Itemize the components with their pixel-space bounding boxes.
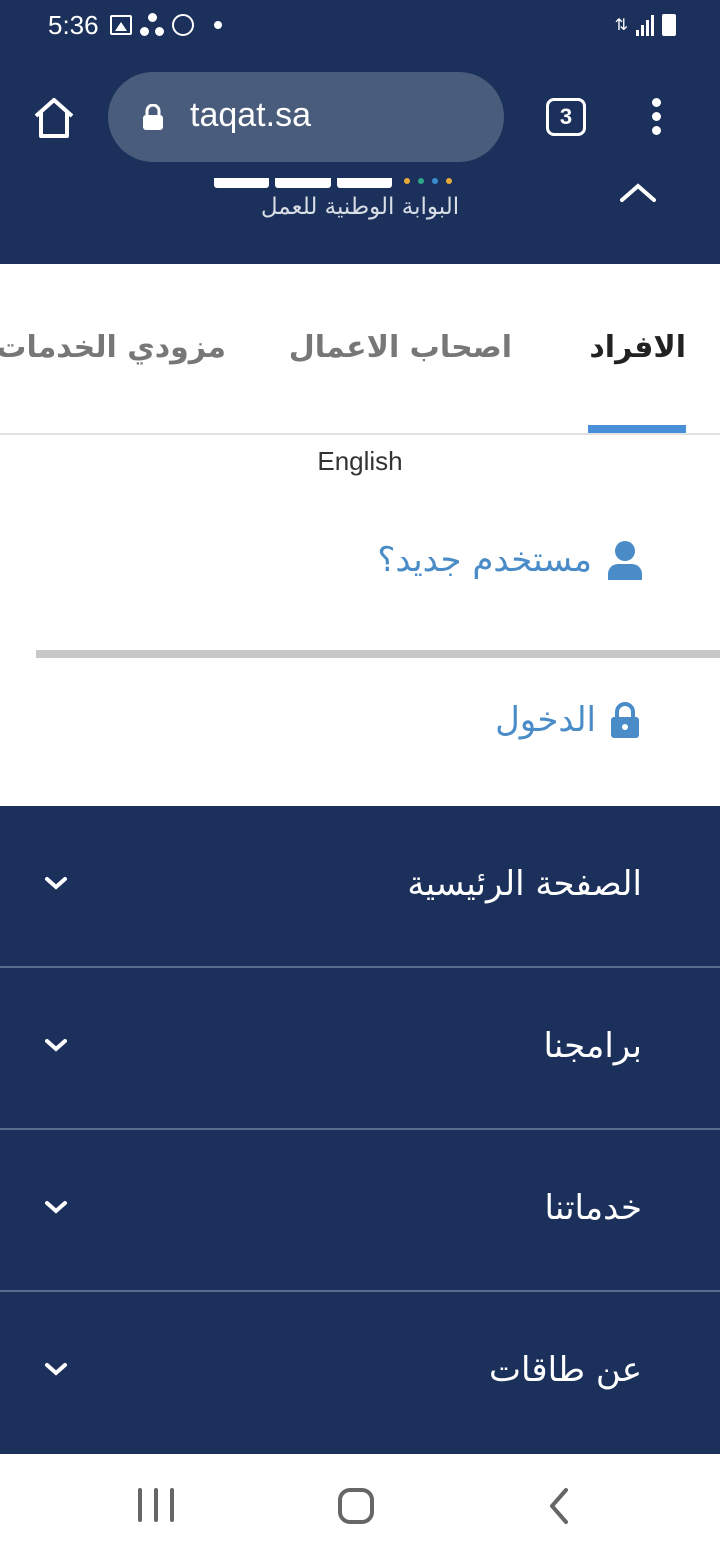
login-label: الدخول bbox=[495, 700, 596, 740]
tab-service-providers[interactable]: مزودي الخدمات bbox=[0, 330, 226, 365]
nav-item-about[interactable]: عن طاقات bbox=[0, 1292, 720, 1454]
collapse-menu-button[interactable] bbox=[618, 178, 658, 206]
system-navigation-bar bbox=[0, 1454, 720, 1560]
chevron-down-icon bbox=[45, 1201, 67, 1214]
more-vert-icon bbox=[651, 98, 661, 107]
active-tab-indicator bbox=[588, 425, 686, 433]
status-bar: 5:36 ⇅ bbox=[0, 0, 720, 54]
more-notifications-dot-icon bbox=[214, 21, 222, 29]
status-time: 5:36 bbox=[48, 10, 99, 40]
main-navigation-menu: الصفحة الرئيسية برامجنا خدماتنا عن طاقات bbox=[0, 806, 720, 1454]
back-icon bbox=[550, 1488, 568, 1524]
audience-tabs: الافراد اصحاب الاعمال مزودي الخدمات bbox=[0, 264, 720, 435]
nav-item-label: عن طاقات bbox=[488, 1350, 642, 1390]
system-icons: ⇅ bbox=[615, 14, 676, 36]
nav-item-label: الصفحة الرئيسية bbox=[407, 864, 642, 904]
language-switch-link[interactable]: English bbox=[0, 446, 720, 477]
recent-apps-button[interactable] bbox=[138, 1488, 174, 1524]
share-icon bbox=[140, 13, 164, 37]
home-icon bbox=[34, 98, 74, 138]
tab-business-owners[interactable]: اصحاب الاعمال bbox=[289, 330, 512, 365]
logo-dots bbox=[404, 178, 452, 184]
lock-icon bbox=[611, 702, 639, 738]
nav-item-programs[interactable]: برامجنا bbox=[0, 968, 720, 1130]
browser-home-button[interactable] bbox=[30, 94, 78, 142]
more-vert-dot bbox=[651, 112, 661, 121]
nav-item-label: خدماتنا bbox=[544, 1188, 642, 1228]
new-user-link[interactable]: مستخدم جديد؟ bbox=[377, 540, 644, 580]
notification-icons bbox=[110, 13, 222, 37]
nav-item-services[interactable]: خدماتنا bbox=[0, 1130, 720, 1292]
site-header: البوابة الوطنية للعمل bbox=[0, 178, 720, 264]
lock-icon bbox=[143, 104, 163, 130]
more-vert-dot bbox=[651, 126, 661, 135]
user-icon bbox=[608, 541, 642, 580]
chevron-down-icon bbox=[45, 1363, 67, 1376]
site-logo[interactable] bbox=[214, 178, 392, 188]
browser-menu-button[interactable] bbox=[650, 98, 662, 138]
chevron-down-icon bbox=[45, 1039, 67, 1052]
sync-icon bbox=[172, 14, 194, 36]
nav-item-label: برامجنا bbox=[543, 1026, 642, 1066]
system-home-button[interactable] bbox=[338, 1488, 374, 1524]
url-text: taqat.sa bbox=[190, 96, 311, 134]
nav-item-home[interactable]: الصفحة الرئيسية bbox=[0, 806, 720, 968]
chevron-up-icon bbox=[620, 183, 656, 202]
address-bar[interactable]: taqat.sa bbox=[108, 72, 504, 162]
back-button[interactable] bbox=[544, 1486, 574, 1526]
login-link[interactable]: الدخول bbox=[495, 700, 640, 740]
battery-icon bbox=[662, 14, 676, 36]
data-transfer-icon: ⇅ bbox=[614, 15, 628, 34]
browser-toolbar: taqat.sa 3 bbox=[0, 54, 720, 178]
image-icon bbox=[110, 15, 132, 35]
tab-individuals[interactable]: الافراد bbox=[589, 330, 686, 365]
signal-icon bbox=[636, 14, 654, 36]
new-user-label: مستخدم جديد؟ bbox=[377, 540, 592, 580]
logo-tagline: البوابة الوطنية للعمل bbox=[260, 194, 460, 220]
tab-switcher-button[interactable]: 3 bbox=[546, 98, 586, 136]
section-divider bbox=[36, 650, 720, 658]
chevron-down-icon bbox=[45, 877, 67, 890]
